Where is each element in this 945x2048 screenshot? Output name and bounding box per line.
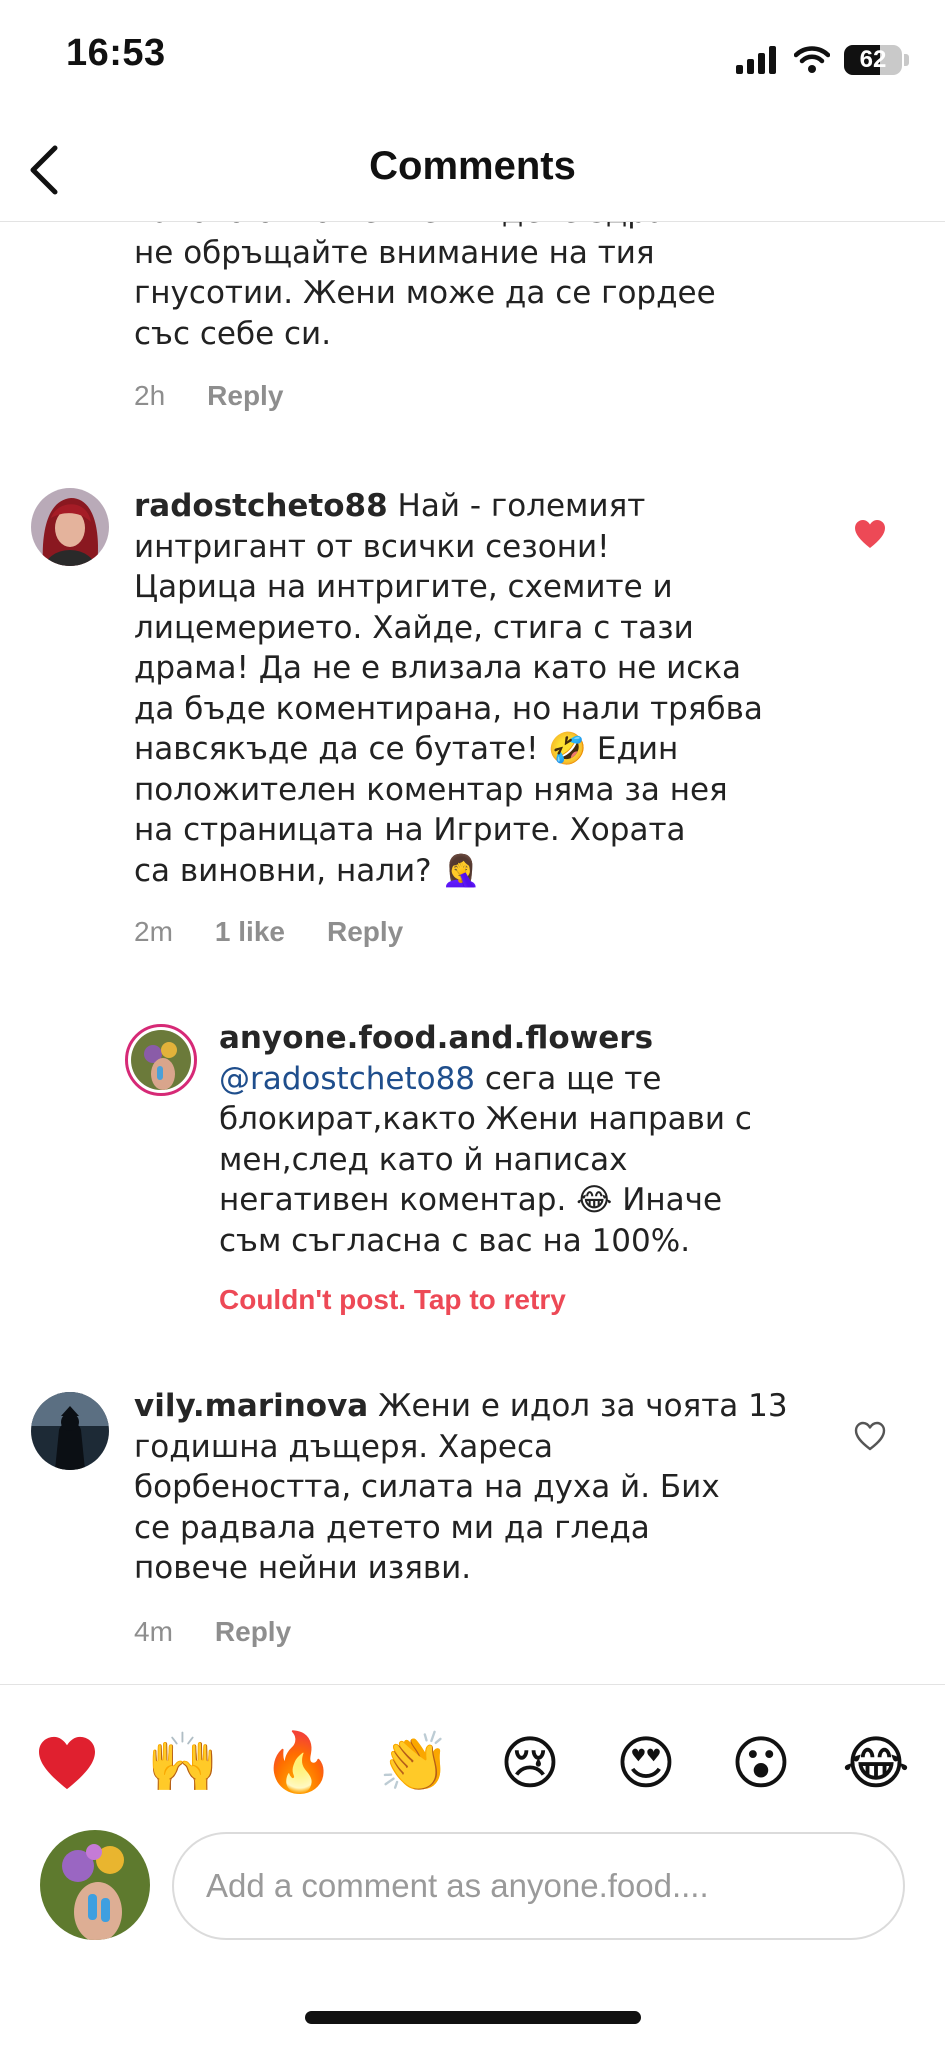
retry-post-button[interactable]: Couldn't post. Tap to retry xyxy=(219,1284,566,1316)
comment-meta: 2m 1 like Reply xyxy=(134,916,403,948)
current-user-avatar xyxy=(40,1830,150,1940)
reply-username[interactable]: anyone.food.and.flowers xyxy=(219,1018,839,1059)
comment-time: 2h xyxy=(134,380,166,411)
comment-line: да бъде коментирана, но нали трябва xyxy=(134,690,763,727)
emoji-crying-button[interactable]: 😢 xyxy=(490,1723,570,1803)
comment-meta: 4m Reply xyxy=(134,1616,291,1648)
comment-meta: 2h Reply xyxy=(134,380,834,412)
cellular-signal-icon xyxy=(736,46,776,74)
like-button[interactable] xyxy=(850,1416,890,1456)
comment-line: гнусотии. Жени може да се гордее xyxy=(134,275,716,311)
status-bar: 16:53 62 xyxy=(0,0,945,120)
emoji-laughing-button[interactable]: 😂 xyxy=(836,1723,916,1803)
comment-line: Царица на интригите, схемите и xyxy=(134,569,673,605)
status-icons: 62 xyxy=(736,40,909,80)
comment-line: radostcheto88 Най - големият xyxy=(134,486,834,527)
comment-line-text: Най - големият xyxy=(387,488,646,524)
home-indicator xyxy=(305,2011,641,2024)
comment-line: съм съгласна с вас на 100%. xyxy=(219,1222,691,1259)
heart-filled-icon xyxy=(855,520,885,548)
comment-line: са виновни, нали? 🤦‍♀️ xyxy=(134,852,481,889)
emoji-fire-button[interactable]: 🔥 xyxy=(259,1723,339,1803)
battery-indicator: 62 xyxy=(844,45,902,75)
comment-line: със себе си. xyxy=(134,315,332,352)
battery-tip xyxy=(904,54,909,66)
emoji-heart-eyes-button[interactable]: 😍 xyxy=(606,1723,686,1803)
comment-line: блокират,както Жени направи с xyxy=(219,1101,752,1137)
comment-line: положителен коментар няма за нея xyxy=(134,771,728,808)
heart-outline-icon xyxy=(854,1421,886,1451)
comment-line: негативен коментар. 😂 Иначе xyxy=(219,1182,723,1218)
like-button[interactable] xyxy=(850,514,890,554)
comment-line: лицемерието. Хайде, стига с тази xyxy=(134,609,694,646)
nav-bar: Comments xyxy=(0,120,945,222)
avatar-image xyxy=(31,488,109,566)
emoji-surprised-button[interactable]: 😮 xyxy=(721,1723,801,1803)
red-heart-icon xyxy=(39,1736,95,1790)
comment-line: мен,след като й написах xyxy=(219,1141,628,1178)
comment-line: @radostcheto88 сега ще те xyxy=(219,1059,839,1100)
comment-time: 4m xyxy=(134,1616,173,1647)
comment-username[interactable]: radostcheto88 xyxy=(134,488,388,524)
comment-line: навсякъде да се бутате! 🤣 Един xyxy=(134,731,679,767)
comment-username[interactable]: vily.marinova xyxy=(134,1388,368,1424)
reply-button[interactable]: Reply xyxy=(327,916,403,948)
likes-count[interactable]: 1 like xyxy=(215,916,285,948)
emoji-heart-button[interactable] xyxy=(27,1723,107,1803)
mention-link[interactable]: @radostcheto88 xyxy=(219,1061,475,1097)
comment-line: таково отношение. Бъдете здрави и xyxy=(134,222,834,233)
comment-line: vily.marinova Жени е идол за чоята 13 xyxy=(134,1386,834,1427)
comment-time: 2m xyxy=(134,916,173,947)
avatar[interactable] xyxy=(31,488,109,566)
emoji-raised-hands-button[interactable]: 🙌 xyxy=(143,1723,223,1803)
comment-line: на страницата на Игрите. Хората xyxy=(134,812,686,848)
reply-button[interactable]: Reply xyxy=(207,380,283,412)
comment-line: годишна дъщеря. Хареса xyxy=(134,1428,553,1465)
emoji-clapping-button[interactable]: 👏 xyxy=(375,1723,455,1803)
reply-text: anyone.food.and.flowers @radostcheto88 с… xyxy=(219,1018,839,1261)
comment-text: таково отношение. Бъдете здрави и не обр… xyxy=(134,222,834,354)
comment-line: драма! Да не е влизала като не иска xyxy=(134,650,742,686)
comment-line: не обръщайте внимание на тия xyxy=(134,234,655,271)
emoji-reaction-bar: 🙌 🔥 👏 😢 😍 😮 😂 xyxy=(0,1684,945,1824)
battery-level: 62 xyxy=(859,46,887,73)
comment-line: се радвала детето ми да гледа xyxy=(134,1509,650,1546)
comment-line-text: Жени е идол за чоята 13 xyxy=(368,1388,788,1424)
comment-line: интригант от всички сезони! xyxy=(134,528,610,565)
comment-composer xyxy=(0,1824,945,1964)
comment-item: таково отношение. Бъдете здрави и не обр… xyxy=(134,222,834,412)
comment-line: повече нейни изяви. xyxy=(134,1550,472,1586)
reply-button[interactable]: Reply xyxy=(215,1616,291,1648)
avatar-image xyxy=(31,1392,109,1470)
comment-line: борбеността, силата на духа й. Бих xyxy=(134,1469,720,1505)
page-title: Comments xyxy=(369,144,576,188)
avatar-image xyxy=(131,1030,191,1090)
status-time: 16:53 xyxy=(66,32,166,74)
avatar-image xyxy=(40,1830,150,1940)
avatar[interactable] xyxy=(125,1024,197,1096)
wifi-icon xyxy=(794,46,830,73)
comment-text: radostcheto88 Най - големият интригант о… xyxy=(134,486,834,891)
comment-text: vily.marinova Жени е идол за чоята 13 го… xyxy=(134,1386,834,1589)
avatar[interactable] xyxy=(31,1392,109,1470)
comments-list[interactable]: таково отношение. Бъдете здрави и не обр… xyxy=(0,222,945,1684)
comment-input[interactable] xyxy=(172,1832,905,1940)
comment-line-text: сега ще те xyxy=(475,1060,662,1097)
